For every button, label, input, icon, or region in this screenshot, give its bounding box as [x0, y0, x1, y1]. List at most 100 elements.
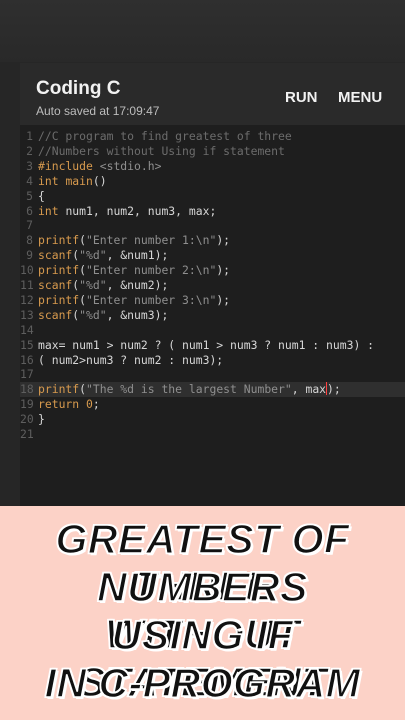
- code-line[interactable]: 10 printf("Enter number 2:\n");: [20, 263, 405, 278]
- line-number: 10: [20, 263, 34, 278]
- code-token: "The %d is the largest Number": [86, 382, 292, 397]
- caption-banner: GREATEST OF THREE NUMBERS WITHOUT USING IF…: [0, 506, 405, 720]
- code-token: main: [65, 173, 93, 188]
- code-text: scanf("%d", &num3);: [38, 308, 168, 323]
- code-token: ;: [92, 397, 100, 412]
- editor-app: Coding C Auto saved at 17:09:47 RUN MENU…: [20, 63, 405, 523]
- caption-line: IN C-PROGRAM: [44, 659, 361, 707]
- line-number: 2: [26, 143, 33, 158]
- code-token: printf: [38, 263, 80, 278]
- line-number: 15: [20, 337, 34, 352]
- code-token: "%d": [79, 278, 107, 292]
- code-line[interactable]: 20}: [20, 412, 405, 427]
- code-token: (: [79, 233, 87, 248]
- code-text: ( num2>num3 ? num2 : num3);: [38, 353, 223, 368]
- code-text: printf("Enter number 1:\n");: [38, 233, 230, 248]
- code-token: printf: [38, 292, 80, 307]
- app-title: Coding C: [36, 78, 121, 99]
- code-token: scanf: [38, 248, 73, 263]
- code-text: return 0;: [38, 397, 100, 412]
- code-line[interactable]: 6 int num1, num2, num3, max;: [20, 204, 405, 219]
- code-text: }: [38, 412, 45, 427]
- code-token: scanf: [38, 307, 73, 322]
- code-line[interactable]: 15 max= num1 > num2 ? ( num1 > num3 ? num…: [20, 338, 405, 353]
- line-number: 18: [20, 382, 34, 397]
- code-line[interactable]: 7: [20, 218, 405, 233]
- code-line[interactable]: 5{: [20, 189, 405, 204]
- code-token: "Enter number 1:\n": [86, 233, 217, 248]
- code-text: scanf("%d", &num1);: [38, 248, 168, 263]
- line-number: 4: [26, 173, 33, 188]
- line-number: 21: [20, 427, 34, 441]
- code-token: , &num1);: [106, 248, 169, 263]
- code-line[interactable]: 11 scanf("%d", &num2);: [20, 278, 405, 293]
- code-token: scanf: [38, 278, 73, 292]
- code-token: #include: [38, 158, 100, 173]
- code-text: //C program to find greatest of three: [38, 129, 292, 144]
- line-number: 6: [26, 203, 33, 218]
- code-line[interactable]: 12 printf("Enter number 3:\n");: [20, 293, 405, 308]
- autosave-status: Auto saved at 17:09:47: [36, 104, 160, 118]
- code-text: #include <stdio.h>: [38, 159, 161, 174]
- line-number: 16: [20, 352, 34, 367]
- code-line[interactable]: 18 printf("The %d is the largest Number",…: [20, 382, 405, 398]
- code-text: {: [38, 189, 45, 204]
- line-number: 14: [20, 322, 34, 337]
- code-editor[interactable]: 1 //C program to find greatest of three 2 /…: [20, 125, 405, 523]
- code-line[interactable]: 9 scanf("%d", &num1);: [20, 248, 405, 263]
- line-number: 7: [26, 218, 33, 233]
- code-token: printf: [38, 233, 80, 248]
- code-line[interactable]: 14: [20, 323, 405, 338]
- code-token: int: [38, 203, 66, 218]
- menu-button[interactable]: MENU: [338, 89, 382, 106]
- line-number: 12: [20, 292, 34, 307]
- run-button[interactable]: RUN: [285, 89, 318, 106]
- code-token: );: [216, 263, 231, 278]
- code-text: printf("The %d is the largest Number", m…: [38, 382, 341, 397]
- code-line[interactable]: 17: [20, 367, 405, 382]
- code-token: );: [216, 233, 231, 248]
- code-token: "Enter number 3:\n": [86, 292, 217, 307]
- line-number: 8: [26, 233, 33, 248]
- code-line[interactable]: 1 //C program to find greatest of three: [20, 129, 405, 144]
- code-line[interactable]: 13 scanf("%d", &num3);: [20, 308, 405, 323]
- code-token: "%d": [79, 248, 107, 263]
- code-token: return: [38, 397, 87, 412]
- code-token: (): [92, 173, 107, 188]
- line-number: 11: [20, 278, 34, 292]
- code-line[interactable]: 21: [20, 427, 405, 442]
- line-number: 17: [20, 367, 34, 382]
- code-line[interactable]: 16 ( num2>num3 ? num2 : num3);: [20, 353, 405, 368]
- code-token: ( num2>num3 ? num2 : num3);: [38, 352, 224, 367]
- top-shade: [0, 0, 405, 62]
- line-number: 1: [26, 129, 33, 143]
- code-token: , &num3);: [106, 307, 169, 322]
- code-token: int: [38, 173, 66, 188]
- code-token: (: [79, 382, 87, 397]
- code-line[interactable]: 3 #include <stdio.h>: [20, 159, 405, 174]
- code-token: max= num1 > num2 ? ( num1 > num3 ? num1 …: [38, 337, 375, 352]
- code-text: printf("Enter number 3:\n");: [38, 293, 230, 308]
- code-token: "%d": [79, 307, 107, 322]
- code-token: //Numbers without Using if statement: [38, 143, 285, 158]
- code-token: }: [38, 412, 45, 427]
- code-text: //Numbers without Using if statement: [38, 144, 285, 159]
- code-token: );: [216, 292, 231, 307]
- code-text: printf("Enter number 2:\n");: [38, 263, 230, 278]
- code-text: max= num1 > num2 ? ( num1 > num3 ? num1 …: [38, 338, 374, 353]
- code-token: printf: [38, 382, 80, 397]
- code-token: {: [38, 188, 45, 203]
- code-line[interactable]: 8 printf("Enter number 1:\n");: [20, 233, 405, 248]
- code-text: scanf("%d", &num2);: [38, 278, 168, 293]
- code-token: , max: [291, 382, 327, 397]
- line-number: 3: [26, 158, 33, 173]
- app-bar: Coding C Auto saved at 17:09:47 RUN MENU: [20, 63, 405, 126]
- line-number: 13: [20, 307, 34, 322]
- code-line[interactable]: 4 int main(): [20, 174, 405, 189]
- code-line[interactable]: 19 return 0;: [20, 397, 405, 412]
- line-number: 20: [20, 412, 34, 427]
- code-text: int main(): [38, 174, 107, 189]
- code-token: , &num2);: [106, 278, 169, 292]
- code-line[interactable]: 2 //Numbers without Using if statement: [20, 144, 405, 159]
- line-number: 9: [26, 248, 33, 263]
